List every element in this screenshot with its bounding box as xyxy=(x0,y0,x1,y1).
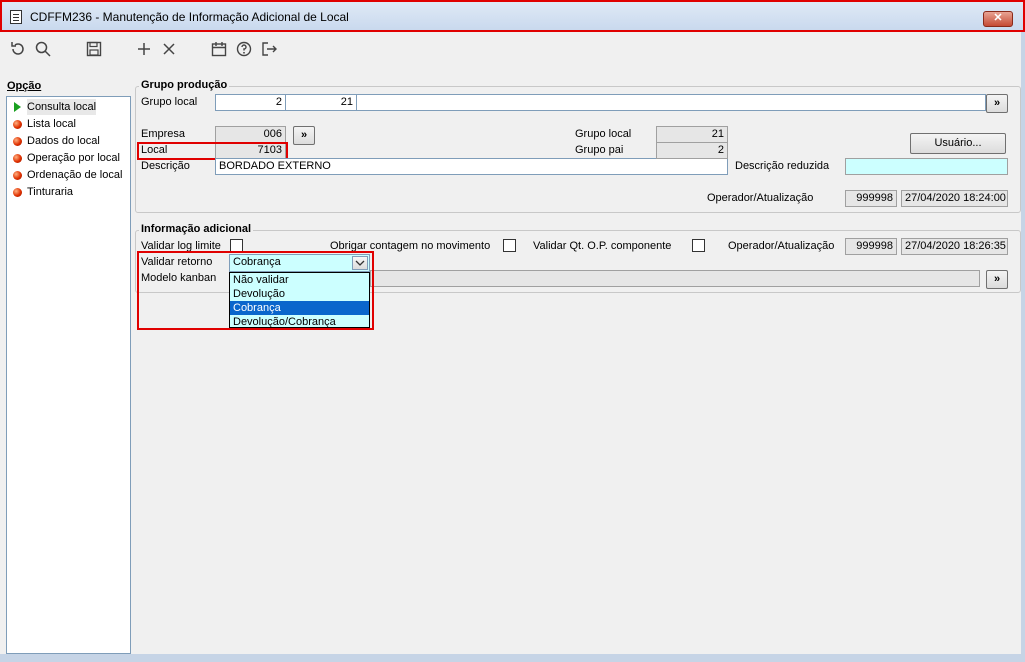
save-icon[interactable] xyxy=(85,40,103,58)
descricao-field[interactable]: BORDADO EXTERNO xyxy=(215,158,728,175)
red-bullet-icon xyxy=(13,171,22,180)
calendar-icon[interactable] xyxy=(210,40,228,58)
operador-atualizacao-label-2: Operador/Atualização xyxy=(728,240,835,252)
sidebar-item-label: Tinturaria xyxy=(27,186,74,198)
grupo-local-description-field xyxy=(356,94,986,111)
play-arrow-icon xyxy=(14,102,21,112)
operador-field-2: 999998 xyxy=(845,238,897,255)
sidebar-item-label: Consulta local xyxy=(27,99,97,115)
window-border xyxy=(1021,32,1025,662)
red-bullet-icon xyxy=(13,188,22,197)
modelo-kanban-field[interactable] xyxy=(370,270,980,287)
descricao-label: Descrição xyxy=(141,160,190,172)
sidebar-item-label: Operação por local xyxy=(27,152,120,164)
title-bar: CDFFM236 - Manutenção de Informação Adic… xyxy=(0,0,1025,32)
sidebar-item-label: Dados do local xyxy=(27,135,100,147)
grupo-local-label: Grupo local xyxy=(141,96,198,108)
obrigar-contagem-checkbox[interactable] xyxy=(503,239,516,252)
usuario-button[interactable]: Usuário... xyxy=(910,133,1006,154)
validar-qt-label: Validar Qt. O.P. componente xyxy=(533,240,672,252)
red-bullet-icon xyxy=(13,154,22,163)
atualizacao-field: 27/04/2020 18:24:00 xyxy=(901,190,1008,207)
operador-field: 999998 xyxy=(845,190,897,207)
grupo-producao-title: Grupo produção xyxy=(139,79,230,91)
operador-atualizacao-label: Operador/Atualização xyxy=(707,192,814,204)
atualizacao-field-2: 27/04/2020 18:26:35 xyxy=(901,238,1008,255)
delete-icon[interactable] xyxy=(160,40,178,58)
sidebar-item-label: Lista local xyxy=(27,118,76,130)
red-bullet-icon xyxy=(13,120,22,129)
grupo-local-lookup-button[interactable]: » xyxy=(986,94,1008,113)
toolbar xyxy=(0,34,1025,64)
search-icon[interactable] xyxy=(34,40,52,58)
grupo-pai-label: Grupo pai xyxy=(575,144,624,156)
options-title: Opção xyxy=(7,80,42,92)
window-title: CDFFM236 - Manutenção de Informação Adic… xyxy=(30,10,349,24)
exit-icon[interactable] xyxy=(260,40,278,58)
grupo-pai-field: 2 xyxy=(656,142,728,159)
red-bullet-icon xyxy=(13,137,22,146)
refresh-icon[interactable] xyxy=(9,40,27,58)
grupo-local-right-field: 21 xyxy=(656,126,728,143)
close-button[interactable]: ✕ xyxy=(983,11,1013,27)
descricao-reduzida-field[interactable] xyxy=(845,158,1008,175)
sidebar-item-label: Ordenação de local xyxy=(27,169,123,181)
descricao-reduzida-label: Descrição reduzida xyxy=(735,160,830,172)
status-bar xyxy=(0,654,1025,662)
empresa-label: Empresa xyxy=(141,128,186,140)
informacao-adicional-title: Informação adicional xyxy=(139,223,254,235)
empresa-lookup-button[interactable]: » xyxy=(293,126,315,145)
modelo-kanban-lookup-button[interactable]: » xyxy=(986,270,1008,289)
options-list: Consulta local Lista local Dados do loca… xyxy=(6,96,131,654)
help-icon[interactable] xyxy=(235,40,253,58)
highlight-validar-retorno xyxy=(137,251,374,330)
document-icon xyxy=(10,10,22,24)
empresa-field[interactable]: 006 xyxy=(215,126,286,143)
grupo-local-sub-field[interactable]: 21 xyxy=(285,94,357,111)
grupo-local-right-label: Grupo local xyxy=(575,128,632,140)
validar-qt-checkbox[interactable] xyxy=(692,239,705,252)
grupo-local-field[interactable]: 2 xyxy=(215,94,286,111)
add-icon[interactable] xyxy=(135,40,153,58)
